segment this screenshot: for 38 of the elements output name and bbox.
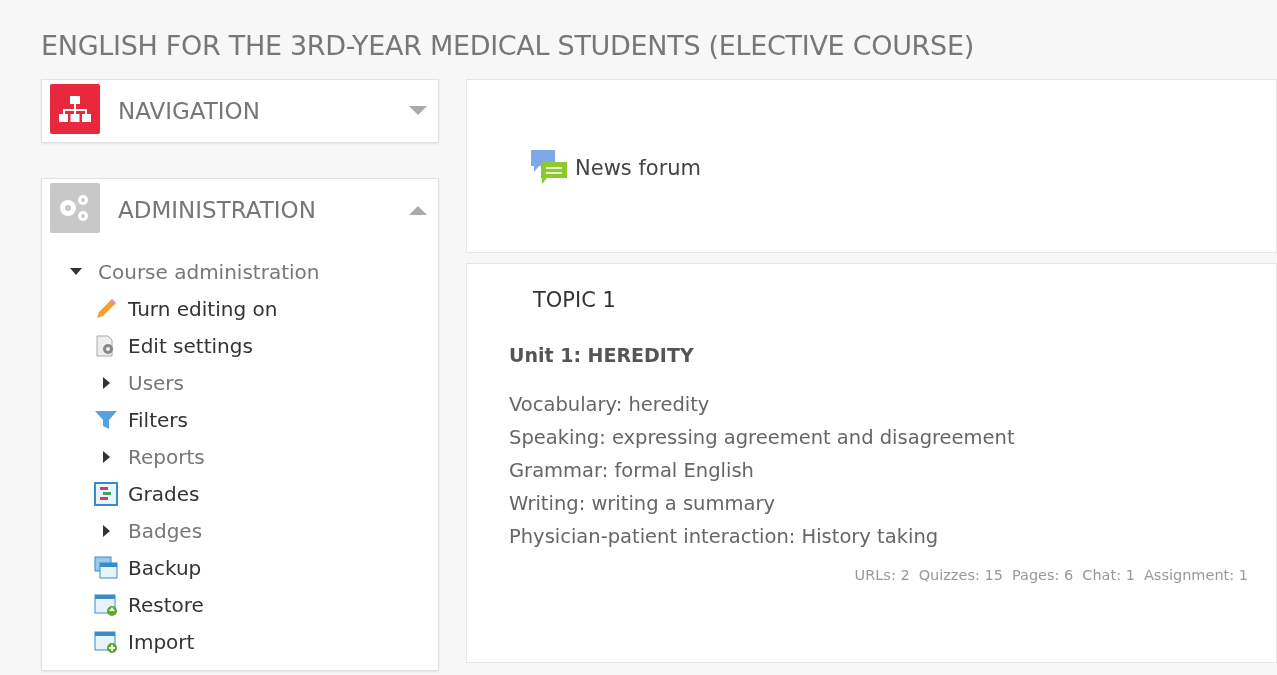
activity-count: Quizzes: 15 (918, 567, 1003, 583)
menu-link[interactable]: Filters (128, 407, 188, 432)
tree-node[interactable]: Course administration (98, 259, 320, 284)
summary-line: Physician-patient interaction: History taking (509, 524, 940, 550)
summary-line: Speaking: expressing agreement and disagreement (509, 425, 1016, 451)
block-header[interactable]: ADMINISTRATION (42, 179, 438, 241)
activity-count: Assignment: 1 (1143, 567, 1248, 583)
page-title: ENGLISH FOR THE 3RD-YEAR MEDICAL STUDENTS (ELECTIVE COURSE) (41, 30, 975, 61)
menu-link[interactable]: Import (128, 629, 195, 654)
summary-line: Grammar: formal English (509, 458, 755, 484)
unit-heading: Unit 1: HEREDITY (509, 344, 695, 366)
collapse-arrow-icon[interactable] (409, 205, 427, 215)
summary-line: Vocabulary: heredity (509, 392, 711, 418)
menu-link[interactable]: Backup (128, 555, 202, 580)
menu-link[interactable]: Turn editing on (128, 296, 278, 321)
sitemap-icon (50, 84, 100, 134)
activity-count: Chat: 1 (1082, 567, 1135, 583)
window-add-icon (94, 629, 118, 654)
activity-count: URLs: 2 (854, 567, 910, 583)
section-title: TOPIC 1 (533, 288, 617, 312)
menu-link[interactable]: Edit settings (128, 333, 253, 358)
pencil-icon (94, 296, 118, 321)
menu-link[interactable]: Restore (128, 592, 204, 617)
tree-node[interactable]: Badges (128, 518, 203, 543)
activity-count: Pages: 6 (1011, 567, 1074, 583)
block-header[interactable]: NAVIGATION (42, 80, 438, 142)
tree-node[interactable]: Reports (128, 444, 205, 469)
expand-arrow-icon[interactable] (409, 106, 427, 116)
summary-line: Writing: writing a summary (509, 491, 776, 517)
forum-link[interactable]: News forum (575, 156, 702, 180)
gears-icon (50, 183, 100, 233)
grades-icon (94, 481, 118, 506)
block-title: NAVIGATION (118, 98, 261, 124)
tree-node[interactable]: Users (128, 370, 184, 395)
block-title: ADMINISTRATION (118, 197, 317, 223)
menu-link[interactable]: Grades (128, 481, 200, 506)
window-upload-icon (94, 592, 118, 617)
windows-icon (94, 555, 118, 580)
